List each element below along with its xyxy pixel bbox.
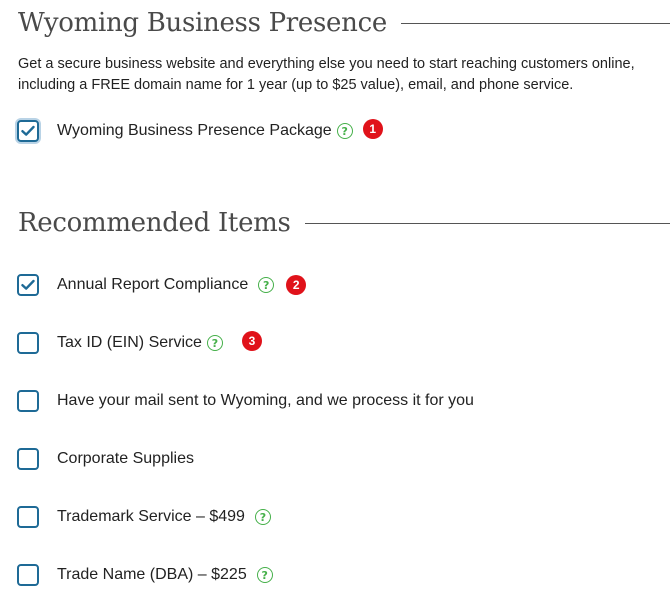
trademark-label: Trademark Service – $499 [57,508,245,525]
recommended-item-tax-id[interactable]: Tax ID (EIN) Service ? 3 [17,330,262,356]
corporate-supplies-checkbox[interactable] [17,448,39,470]
step-badge: 2 [286,275,307,295]
help-icon[interactable]: ? [206,335,223,351]
trade-name-label: Trade Name (DBA) – $225 [57,566,247,583]
trade-name-checkbox[interactable] [17,564,39,586]
recommended-item-trademark[interactable]: Trademark Service – $499 ? [17,504,271,530]
presence-package-label: Wyoming Business Presence Package [57,122,332,139]
presence-section-title: Wyoming Business Presence [18,8,387,38]
recommended-item-mail-forwarding[interactable]: Have your mail sent to Wyoming, and we p… [17,388,474,414]
corporate-supplies-label: Corporate Supplies [57,450,194,467]
help-icon[interactable]: ? [256,567,273,583]
section-divider [304,222,670,224]
presence-package-row[interactable]: Wyoming Business Presence Package ? 1 [17,118,383,144]
mail-forwarding-label: Have your mail sent to Wyoming, and we p… [57,392,474,409]
mail-forwarding-checkbox[interactable] [17,390,39,412]
help-icon[interactable]: ? [336,123,353,139]
help-icon[interactable]: ? [254,509,271,525]
recommended-section-title: Recommended Items [18,208,291,238]
step-badge: 1 [362,119,383,139]
tax-id-label: Tax ID (EIN) Service [57,334,202,351]
recommended-item-corporate-supplies[interactable]: Corporate Supplies [17,446,194,472]
presence-description: Get a secure business website and everyt… [18,56,635,93]
trademark-checkbox[interactable] [17,506,39,528]
recommended-item-trade-name[interactable]: Trade Name (DBA) – $225 ? [17,562,273,588]
tax-id-checkbox[interactable] [17,332,39,354]
checkmark-icon [21,125,35,136]
presence-section-header: Wyoming Business Presence [18,8,670,38]
help-icon[interactable]: ? [258,277,275,293]
annual-report-checkbox[interactable] [17,274,39,296]
annual-report-label: Annual Report Compliance [57,276,249,293]
section-divider [400,22,670,24]
presence-package-checkbox[interactable] [17,120,39,142]
recommended-section-header: Recommended Items [18,208,670,238]
recommended-item-annual-report[interactable]: Annual Report Compliance ? 2 [17,272,307,298]
checkmark-icon [21,279,35,290]
step-badge: 3 [241,331,262,351]
